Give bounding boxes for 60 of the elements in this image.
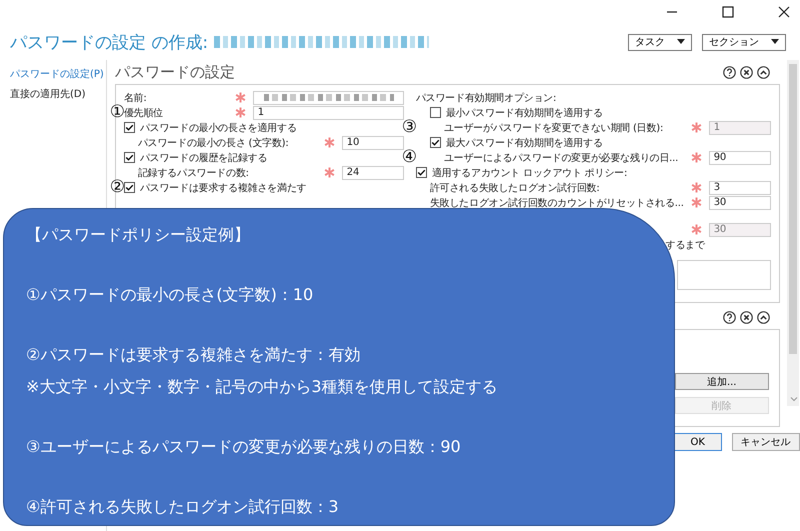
- input-field[interactable]: 30: [708, 196, 771, 210]
- annotation-number: ③: [402, 117, 418, 137]
- annotation-number: ②: [110, 177, 126, 197]
- dialog-button[interactable]: OK: [674, 433, 722, 451]
- scrollbar[interactable]: [786, 60, 799, 406]
- maximize-icon[interactable]: [722, 6, 734, 18]
- checkbox[interactable]: [430, 107, 441, 118]
- sidebar-item[interactable]: 直接の適用先(D): [0, 84, 106, 104]
- field-label: 優先順位: [124, 108, 164, 120]
- dropdown-button[interactable]: セクション: [702, 34, 786, 50]
- annotation-number: ④: [402, 147, 418, 167]
- help-icon[interactable]: [722, 310, 736, 324]
- checkbox[interactable]: [124, 152, 135, 163]
- field-label: するまで: [664, 238, 706, 252]
- input-field[interactable]: 90: [708, 150, 771, 164]
- callout-text: ①パスワードの最小の長さ(文字数)：10: [26, 284, 314, 306]
- field-label: 記録するパスワードの数:: [138, 166, 250, 180]
- help-icon[interactable]: [722, 66, 736, 78]
- field-label: 失敗したログオン試行回数のカウントがリセットされる...: [430, 196, 684, 210]
- checkbox-label: パスワードは要求する複雑さを満たす: [140, 182, 306, 194]
- action-button[interactable]: 追加...: [674, 373, 769, 390]
- checkbox[interactable]: [430, 137, 441, 148]
- caret-icon: [771, 39, 779, 45]
- dialog-button[interactable]: キャンセル: [732, 433, 800, 451]
- section-title: パスワードの設定: [114, 62, 235, 82]
- input-field[interactable]: [252, 90, 404, 104]
- checkbox[interactable]: [124, 122, 135, 133]
- field-label: ユーザーによるパスワードの変更が必要な残りの日...: [444, 152, 680, 164]
- field-label: ユーザーがパスワードを変更できない期間 (日数):: [444, 122, 664, 134]
- window-title: パスワードの設定 の作成:: [10, 32, 208, 54]
- callout-text: ③ユーザーによるパスワードの変更が必要な残りの日数：90: [26, 436, 462, 458]
- caret-icon: [677, 39, 685, 45]
- close-icon[interactable]: [740, 66, 753, 78]
- input-field[interactable]: 10: [342, 136, 404, 150]
- close-icon[interactable]: [740, 310, 753, 324]
- close-icon[interactable]: [778, 6, 790, 18]
- annotation-number: ①: [110, 102, 126, 122]
- field-label: パスワードの最小の長さ (文字数):: [138, 136, 290, 150]
- checkbox-label: 最小パスワード有効期間を適用する: [446, 106, 603, 120]
- checkbox[interactable]: [124, 182, 135, 193]
- input-field[interactable]: 3: [708, 180, 771, 194]
- callout-text: ④許可される失敗したログオン試行回数：3: [26, 496, 340, 518]
- input-field[interactable]: 24: [342, 166, 404, 180]
- checkbox-label: パスワードの最小の長さを適用する: [140, 122, 297, 134]
- dropdown-button[interactable]: タスク: [628, 34, 692, 50]
- collapse-icon[interactable]: [756, 66, 770, 78]
- input-field[interactable]: 1: [252, 106, 404, 120]
- collapse-icon[interactable]: [756, 310, 770, 324]
- sidebar-item[interactable]: パスワードの設定(P): [0, 64, 106, 84]
- checkbox[interactable]: [416, 167, 427, 178]
- callout-text: 【パスワードポリシー設定例】: [26, 224, 251, 246]
- field-label: 許可される失敗したログオン試行回数:: [430, 182, 601, 194]
- scrollbar-thumb[interactable]: [788, 64, 797, 354]
- checkbox-label: パスワードの履歴を記録する: [140, 152, 268, 164]
- checkbox-label: 最大パスワード有効期間を適用する: [446, 136, 603, 150]
- checkbox-label: 適用するアカウント ロックアウト ポリシー:: [432, 166, 628, 180]
- callout-text: ※大文字・小文字・数字・記号の中から3種類を使用して設定する: [26, 376, 499, 398]
- group-heading: パスワード有効期間オプション:: [416, 92, 556, 104]
- field-label: 名前:: [124, 92, 148, 104]
- callout-text: ②パスワードは要求する複雑さを満たす：有効: [26, 344, 362, 366]
